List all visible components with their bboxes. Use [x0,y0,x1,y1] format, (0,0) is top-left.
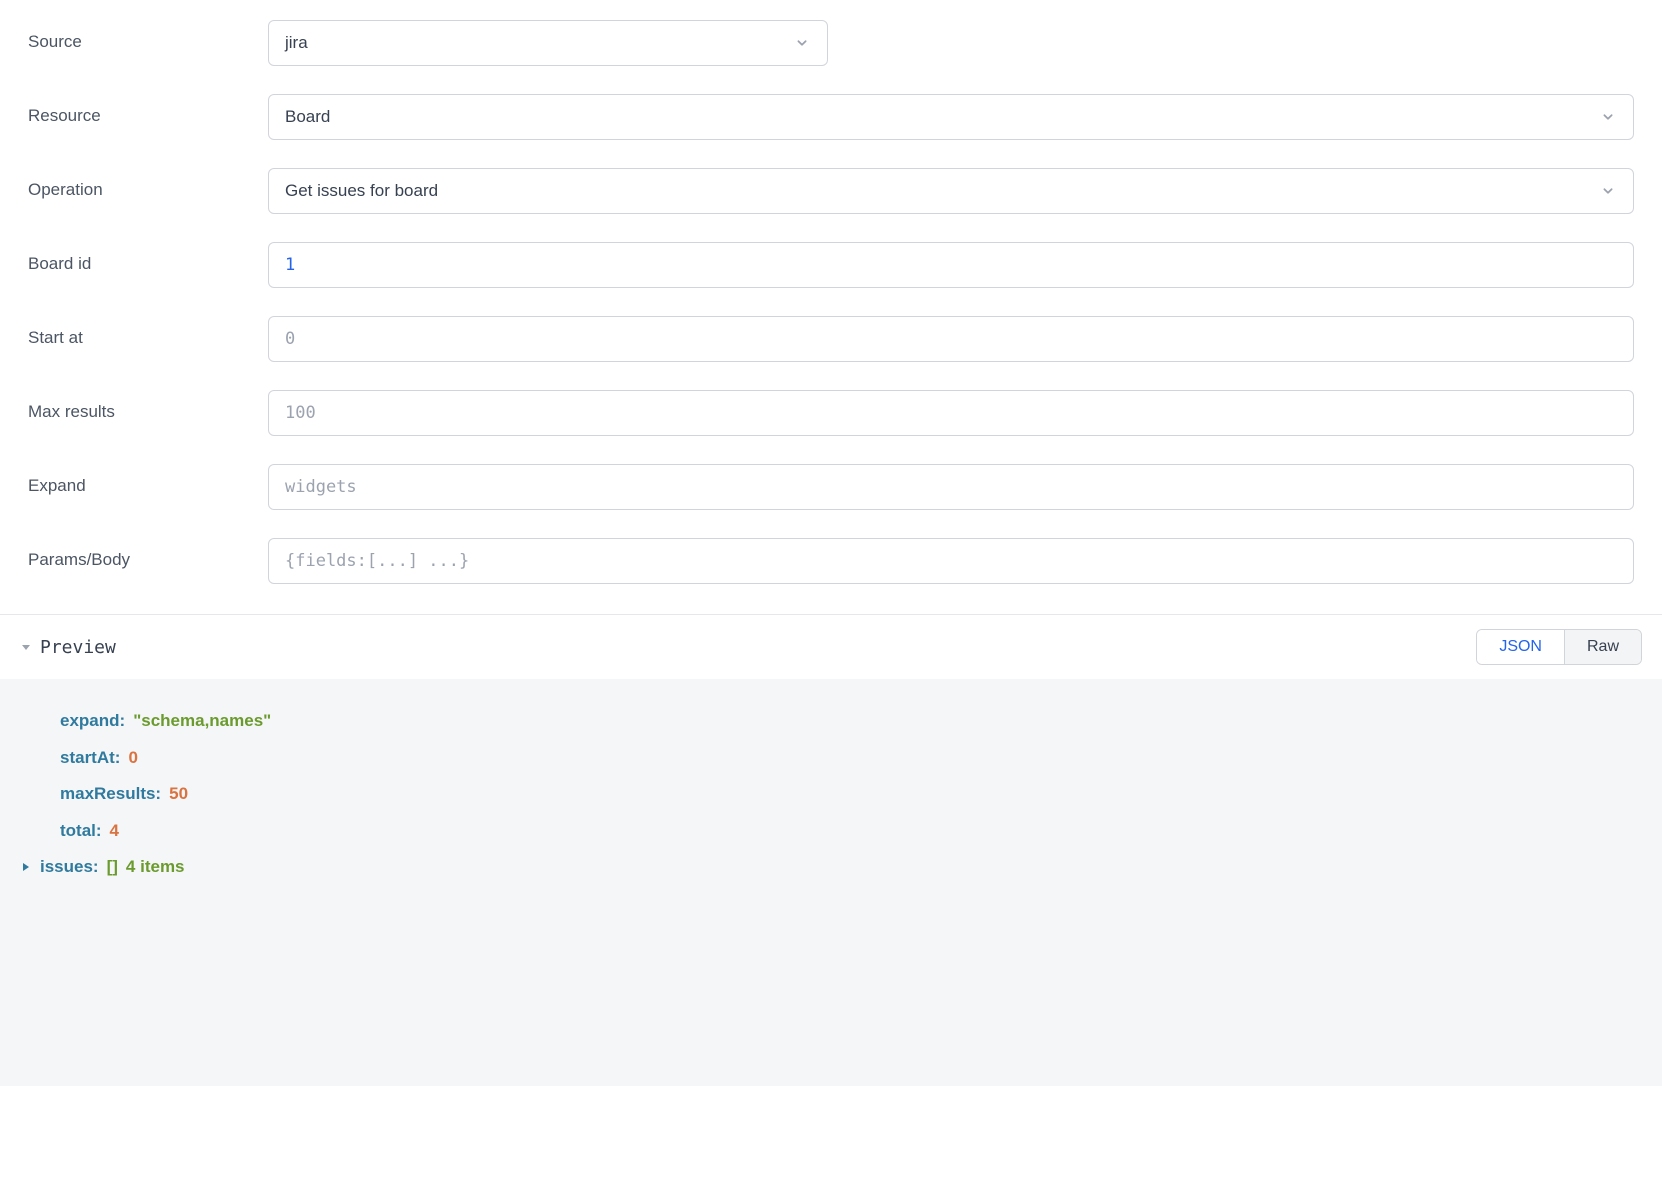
params-body-row: Params/Body [28,538,1634,584]
max-results-label: Max results [28,390,268,422]
raw-toggle-button[interactable]: Raw [1565,630,1641,664]
expand-input[interactable] [268,464,1634,510]
preview-title-wrapper[interactable]: Preview [20,637,116,658]
source-label: Source [28,20,268,52]
json-line-total: total: 4 [20,813,1642,850]
json-count: 4 items [126,849,185,886]
json-value: 0 [128,740,137,777]
board-id-label: Board id [28,242,268,274]
start-at-label: Start at [28,316,268,348]
board-id-row: Board id [28,242,1634,288]
json-line-expand: expand: "schema,names" [20,703,1642,740]
operation-label: Operation [28,168,268,200]
json-viewer: expand: "schema,names" startAt: 0 maxRes… [0,679,1662,1086]
json-key: maxResults: [60,776,161,813]
expand-label: Expand [28,464,268,496]
chevron-down-icon [1599,182,1617,200]
json-key: issues: [40,849,99,886]
preview-header: Preview JSON Raw [0,615,1662,679]
json-bracket: [] [107,849,118,886]
json-value: 50 [169,776,188,813]
operation-value: Get issues for board [285,181,438,201]
json-key: startAt: [60,740,120,777]
max-results-row: Max results [28,390,1634,436]
json-key: expand: [60,703,125,740]
json-value: 4 [110,813,119,850]
start-at-row: Start at [28,316,1634,362]
json-value: "schema,names" [133,703,271,740]
preview-section: Preview JSON Raw expand: "schema,names" … [0,614,1662,1086]
json-toggle-button[interactable]: JSON [1477,630,1565,664]
max-results-input[interactable] [268,390,1634,436]
source-select[interactable]: jira [268,20,828,66]
source-row: Source jira [28,20,1634,66]
start-at-input[interactable] [268,316,1634,362]
params-body-label: Params/Body [28,538,268,570]
operation-row: Operation Get issues for board [28,168,1634,214]
json-line-issues[interactable]: issues: [] 4 items [20,849,1642,886]
chevron-down-icon [793,34,811,52]
params-body-input[interactable] [268,538,1634,584]
json-key: total: [60,813,102,850]
board-id-input[interactable] [268,242,1634,288]
preview-title: Preview [40,637,116,658]
chevron-down-icon [1599,108,1617,126]
source-value: jira [285,33,308,53]
expand-row: Expand [28,464,1634,510]
json-line-startat: startAt: 0 [20,740,1642,777]
triangle-down-icon [20,641,32,653]
resource-select[interactable]: Board [268,94,1634,140]
form-section: Source jira Resource Board Operation [0,0,1662,614]
resource-label: Resource [28,94,268,126]
json-line-maxresults: maxResults: 50 [20,776,1642,813]
triangle-right-icon [20,861,32,873]
operation-select[interactable]: Get issues for board [268,168,1634,214]
resource-value: Board [285,107,330,127]
resource-row: Resource Board [28,94,1634,140]
view-toggle: JSON Raw [1476,629,1642,665]
